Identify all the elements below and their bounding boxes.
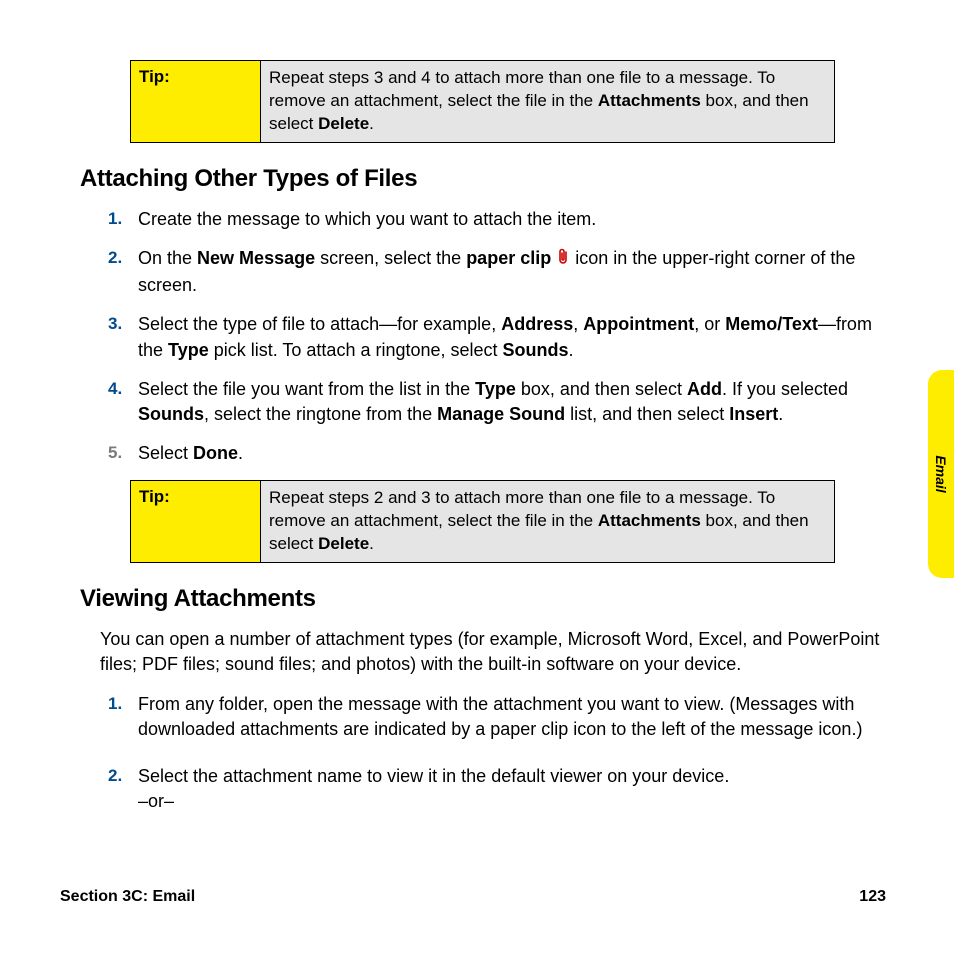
step-number: 5. [108,441,122,465]
step-2: 2. On the New Message screen, select the… [138,246,890,298]
step-1: 1. From any folder, open the message wit… [138,692,890,742]
step-number: 2. [108,246,122,270]
tip-box-2: Tip: Repeat steps 2 and 3 to attach more… [130,480,835,563]
paperclip-icon [556,248,570,273]
step-number: 1. [108,692,122,716]
tip-body: Repeat steps 2 and 3 to attach more than… [261,481,834,562]
document-page: Tip: Repeat steps 3 and 4 to attach more… [0,0,954,954]
steps-attaching: 1. Create the message to which you want … [138,207,890,467]
step-3: 3. Select the type of file to attach—for… [138,312,890,362]
step-number: 2. [108,764,122,788]
step-5: 5. Select Done. [138,441,890,466]
step-number: 3. [108,312,122,336]
tip-label: Tip: [131,481,261,562]
tip-box-1: Tip: Repeat steps 3 and 4 to attach more… [130,60,835,143]
tip-body: Repeat steps 3 and 4 to attach more than… [261,61,834,142]
step-number: 1. [108,207,122,231]
step-4: 4. Select the file you want from the lis… [138,377,890,427]
heading-viewing: Viewing Attachments [80,585,884,613]
intro-paragraph: You can open a number of attachment type… [100,627,890,677]
page-footer: Section 3C: Email 123 [60,888,886,906]
side-tab-label: Email [933,455,949,492]
step-number: 4. [108,377,122,401]
side-tab: Email [928,370,954,578]
heading-attaching: Attaching Other Types of Files [80,165,884,193]
step-2: 2. Select the attachment name to view it… [138,764,890,814]
step-1: 1. Create the message to which you want … [138,207,890,232]
steps-viewing: 1. From any folder, open the message wit… [138,692,890,815]
footer-page: 123 [859,888,886,906]
tip-label: Tip: [131,61,261,142]
footer-section: Section 3C: Email [60,888,195,906]
